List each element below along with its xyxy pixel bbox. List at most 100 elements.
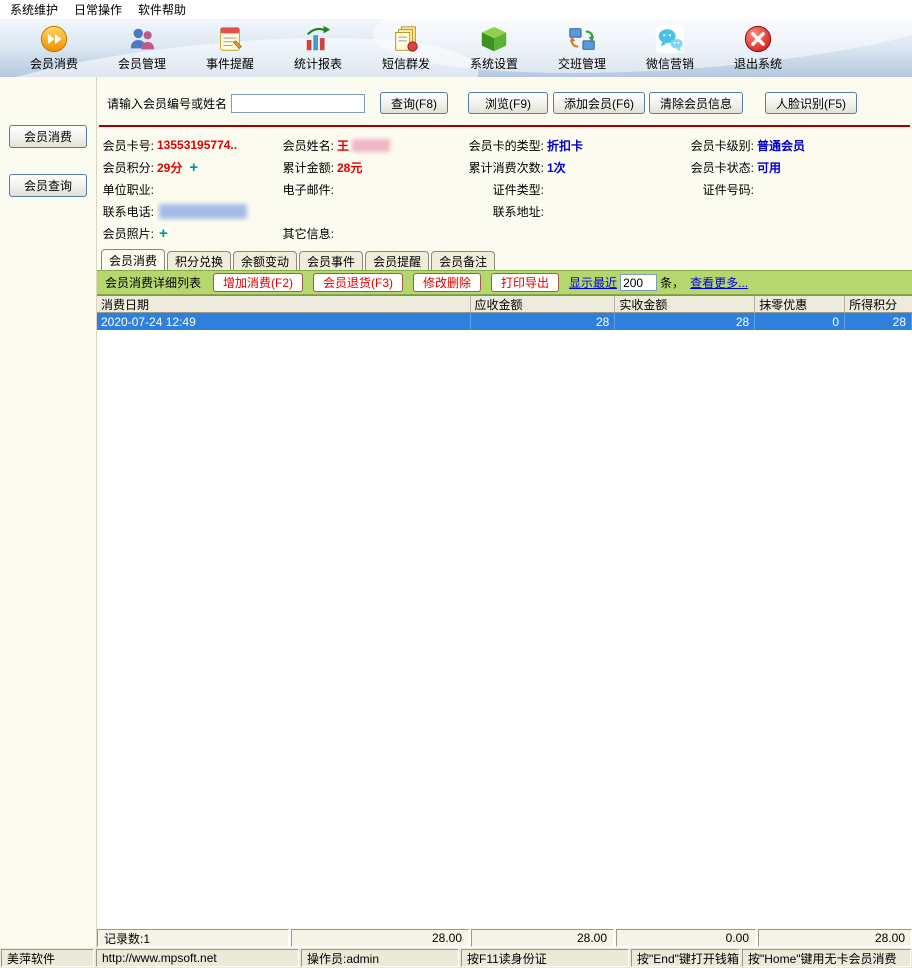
toolbar-item-exit-system[interactable]: 退出系统	[714, 19, 802, 77]
column-header-received[interactable]: 实收金额	[615, 296, 755, 312]
toolbar-label: 退出系统	[734, 55, 782, 72]
clear-member-info-button[interactable]: 清除会员信息	[649, 92, 743, 114]
add-member-button[interactable]: 添加会员(F6)	[553, 92, 645, 114]
tab-member-remind[interactable]: 会员提醒	[365, 251, 429, 270]
spacer	[547, 222, 661, 244]
status-bar: 美萍软件 http://www.mpsoft.net 操作员:admin 按F1…	[0, 948, 912, 968]
column-header-date[interactable]: 消费日期	[97, 296, 471, 312]
card-no-label: 会员卡号:	[97, 134, 157, 156]
card-level-value: 普通会员	[757, 137, 805, 154]
print-export-button[interactable]: 打印导出	[491, 273, 559, 292]
sidebar-button-member-consume[interactable]: 会员消费	[9, 125, 87, 148]
address-value	[547, 200, 661, 222]
tab-member-note[interactable]: 会员备注	[431, 251, 495, 270]
toolbar-item-system-settings[interactable]: 系统设置	[450, 19, 538, 77]
spacer	[757, 200, 912, 222]
spacer	[757, 222, 912, 244]
column-header-discount[interactable]: 抹零优惠	[755, 296, 845, 312]
sms-bulk-icon	[391, 24, 421, 54]
sum-discount: 0.00	[616, 929, 756, 947]
toolbar-item-wechat-marketing[interactable]: 微信营销	[626, 19, 714, 77]
id-type-label: 证件类型:	[461, 178, 547, 200]
tab-member-event[interactable]: 会员事件	[299, 251, 363, 270]
photo-label: 会员照片:	[97, 222, 157, 244]
total-amount-label: 累计金额:	[281, 156, 337, 178]
card-status-value: 可用	[757, 159, 781, 176]
search-row: 请输入会员编号或姓名 查询(F8) 浏览(F9) 添加会员(F6) 清除会员信息…	[107, 91, 906, 115]
table-empty-area[interactable]	[97, 330, 912, 928]
query-button[interactable]: 查询(F8)	[380, 92, 448, 114]
view-more-link[interactable]: 查看更多...	[690, 274, 748, 291]
menu-software-help[interactable]: 软件帮助	[130, 0, 194, 20]
toolbar-label: 会员消费	[30, 55, 78, 72]
id-no-value	[757, 178, 912, 200]
browse-button[interactable]: 浏览(F9)	[468, 92, 548, 114]
toolbar-item-member-consume[interactable]: 会员消费	[10, 19, 98, 77]
status-website[interactable]: http://www.mpsoft.net	[96, 949, 299, 967]
main-panel: 请输入会员编号或姓名 查询(F8) 浏览(F9) 添加会员(F6) 清除会员信息…	[97, 77, 912, 948]
modify-delete-button[interactable]: 修改删除	[413, 273, 481, 292]
table-summary-row: 记录数:1 28.00 28.00 0.00 28.00	[97, 928, 912, 948]
spacer	[661, 200, 757, 222]
spacer	[461, 222, 547, 244]
total-amount-value: 28元	[337, 159, 362, 176]
spacer	[281, 200, 337, 222]
status-brand: 美萍软件	[1, 949, 94, 967]
job-label: 单位职业:	[97, 178, 157, 200]
table-row[interactable]: 2020-07-24 12:49 28 28 0 28	[97, 313, 912, 330]
search-label: 请输入会员编号或姓名	[107, 95, 227, 112]
tab-points-exchange[interactable]: 积分兑换	[167, 251, 231, 270]
toolbar-label: 会员管理	[118, 55, 166, 72]
tab-balance-change[interactable]: 余额变动	[233, 251, 297, 270]
card-type-label: 会员卡的类型:	[461, 134, 547, 156]
stats-report-icon	[303, 24, 333, 54]
toolbar-label: 系统设置	[470, 55, 518, 72]
cell-date: 2020-07-24 12:49	[97, 313, 471, 330]
separator-line	[99, 125, 910, 127]
add-consume-button[interactable]: 增加消费(F2)	[213, 273, 303, 292]
add-photo-icon[interactable]: +	[159, 226, 168, 241]
tab-member-consume[interactable]: 会员消费	[101, 249, 165, 270]
consume-table: 消费日期 应收金额 实收金额 抹零优惠 所得积分 2020-07-24 12:4…	[97, 295, 912, 948]
status-home-key-hint: 按"Home"键用无卡会员消费	[742, 949, 911, 967]
toolbar-item-stats-report[interactable]: 统计报表	[274, 19, 362, 77]
toolbar-item-event-remind[interactable]: 事件提醒	[186, 19, 274, 77]
cell-received: 28	[615, 313, 755, 330]
sidebar-button-member-query[interactable]: 会员查询	[9, 174, 87, 197]
redacted-name	[352, 139, 390, 152]
points-value: 29分	[157, 159, 182, 176]
member-manage-icon	[127, 24, 157, 54]
toolbar-item-sms-bulk[interactable]: 短信群发	[362, 19, 450, 77]
content-area: 会员消费 会员查询 请输入会员编号或姓名 查询(F8) 浏览(F9) 添加会员(…	[0, 77, 912, 948]
cell-points: 28	[845, 313, 912, 330]
column-header-points[interactable]: 所得积分	[845, 296, 912, 312]
table-header: 消费日期 应收金额 实收金额 抹零优惠 所得积分	[97, 296, 912, 313]
email-label: 电子邮件:	[281, 178, 337, 200]
member-return-button[interactable]: 会员退货(F3)	[313, 273, 403, 292]
wechat-marketing-icon	[655, 24, 685, 54]
system-settings-icon	[479, 24, 509, 54]
toolbar-item-shift-manage[interactable]: 交班管理	[538, 19, 626, 77]
sum-received: 28.00	[471, 929, 614, 947]
menu-bar: 系统维护 日常操作 软件帮助	[0, 0, 912, 19]
toolbar-label: 统计报表	[294, 55, 342, 72]
toolbar-label: 微信营销	[646, 55, 694, 72]
main-toolbar: 会员消费 会员管理 事件提醒 统计报表 短信群发	[0, 19, 912, 77]
toolbar-item-member-manage[interactable]: 会员管理	[98, 19, 186, 77]
id-no-label: 证件号码:	[661, 178, 757, 200]
menu-daily-ops[interactable]: 日常操作	[66, 0, 130, 20]
add-points-icon[interactable]: +	[189, 160, 198, 175]
record-count: 记录数:1	[97, 929, 289, 947]
redacted-phone	[159, 204, 247, 219]
card-status-label: 会员卡状态:	[661, 156, 757, 178]
email-value	[337, 178, 461, 200]
cell-discount: 0	[755, 313, 845, 330]
show-recent-link[interactable]: 显示最近	[569, 274, 617, 291]
face-recognition-button[interactable]: 人脸识别(F5)	[765, 92, 857, 114]
toolbar-label: 交班管理	[558, 55, 606, 72]
recent-count-input[interactable]	[620, 274, 657, 291]
member-search-input[interactable]	[231, 94, 365, 113]
menu-system-maintain[interactable]: 系统维护	[2, 0, 66, 20]
consume-list-title: 会员消费详细列表	[105, 274, 201, 291]
column-header-receivable[interactable]: 应收金额	[471, 296, 616, 312]
